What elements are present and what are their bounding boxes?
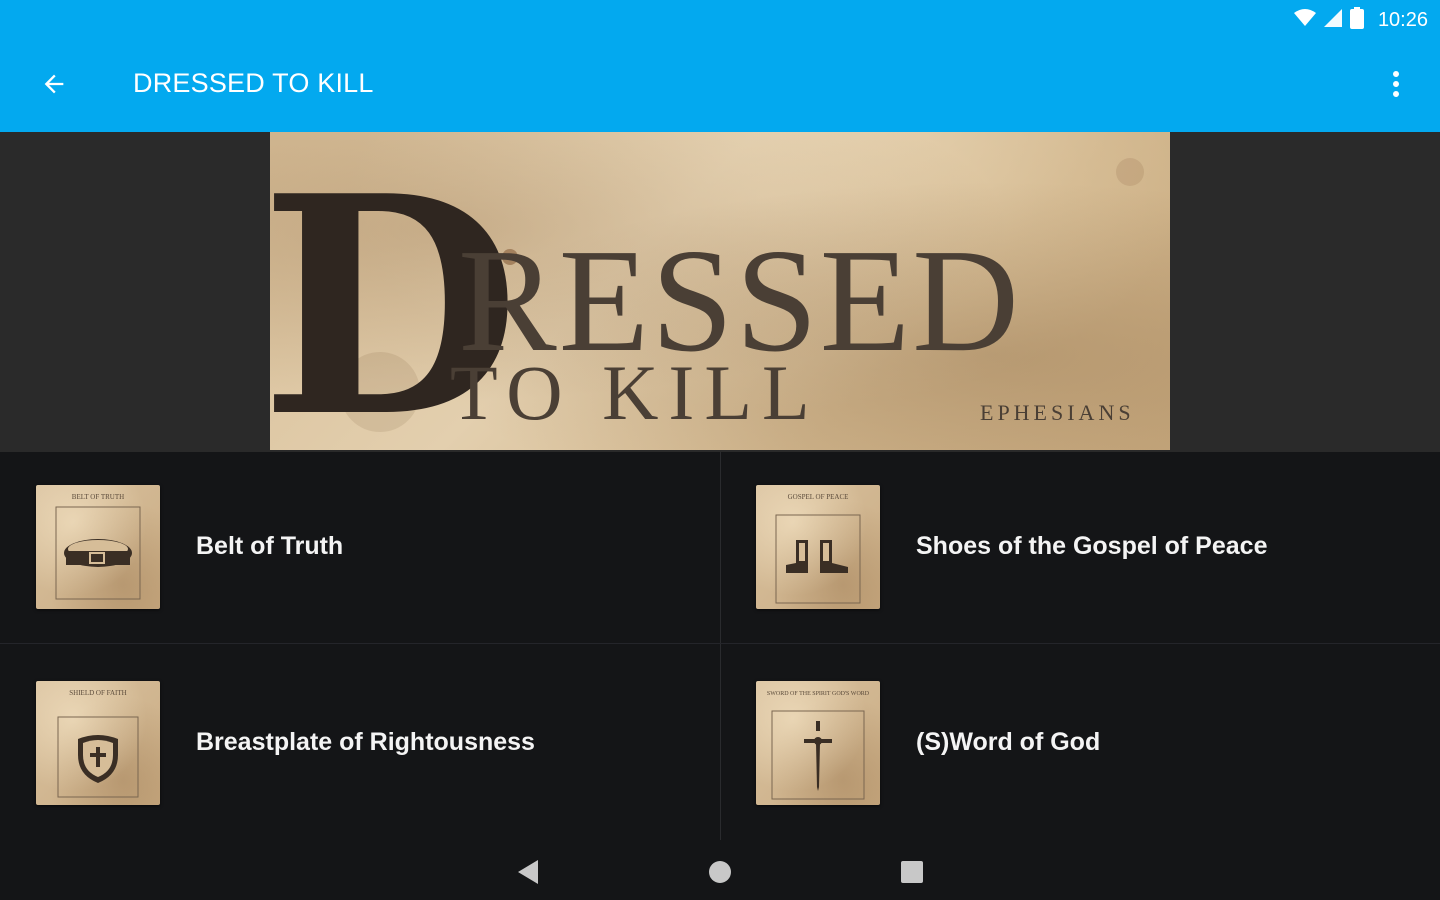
back-button[interactable]	[28, 62, 80, 110]
thumb-caption: SHIELD OF FAITH	[69, 689, 126, 697]
nav-home-button[interactable]	[696, 850, 744, 898]
circle-home-icon	[708, 860, 732, 889]
armor-grid: BELT OF TRUTH Belt of Truth GOSPEL OF PE…	[0, 452, 1440, 840]
list-item[interactable]: SHIELD OF FAITH Breastplate of Rightousn…	[0, 648, 720, 840]
overflow-menu-button[interactable]	[1380, 64, 1412, 108]
item-title: Breastplate of Rightousness	[196, 728, 535, 756]
item-thumbnail: SHIELD OF FAITH	[36, 681, 160, 805]
thumb-caption: SWORD OF THE SPIRIT GOD'S WORD	[767, 691, 870, 697]
series-banner: D RESSED TO KILL EPHESIANS	[270, 132, 1170, 450]
banner-subtitle: TO KILL	[450, 349, 820, 436]
item-thumbnail: SWORD OF THE SPIRIT GOD'S WORD	[756, 681, 880, 805]
page-title: DRESSED TO KILL	[133, 68, 374, 98]
sword-icon	[804, 721, 832, 791]
shoes-icon	[786, 540, 848, 573]
shield-icon	[78, 735, 118, 783]
belt-icon	[64, 539, 132, 567]
list-item[interactable]: SWORD OF THE SPIRIT GOD'S WORD (S)Word o…	[720, 648, 1440, 840]
app-bar: DRESSED TO KILL	[0, 40, 1440, 132]
banner-tag: EPHESIANS	[980, 400, 1135, 425]
more-vert-icon	[1392, 70, 1400, 102]
item-thumbnail: BELT OF TRUTH	[36, 485, 160, 609]
status-bar: 10:26	[0, 0, 1440, 40]
list-item[interactable]: BELT OF TRUTH Belt of Truth	[0, 452, 720, 644]
square-recents-icon	[900, 860, 924, 889]
battery-icon	[1349, 6, 1364, 34]
wifi-icon	[1293, 8, 1316, 32]
arrow-back-icon	[40, 70, 68, 103]
nav-back-button[interactable]	[504, 850, 552, 898]
status-icons: 10:26	[1293, 6, 1428, 34]
thumb-caption: BELT OF TRUTH	[72, 493, 124, 501]
banner-area: D RESSED TO KILL EPHESIANS	[0, 132, 1440, 452]
list-item[interactable]: GOSPEL OF PEACE Shoes of the Gospel of P…	[720, 452, 1440, 644]
item-title: Shoes of the Gospel of Peace	[916, 532, 1268, 560]
nav-recents-button[interactable]	[888, 850, 936, 898]
item-thumbnail: GOSPEL OF PEACE	[756, 485, 880, 609]
system-nav-bar	[0, 840, 1440, 900]
thumb-caption: GOSPEL OF PEACE	[788, 493, 849, 501]
status-time: 10:26	[1377, 8, 1428, 31]
signal-icon	[1323, 8, 1342, 32]
triangle-back-icon	[516, 859, 540, 890]
item-title: (S)Word of God	[916, 728, 1101, 756]
item-title: Belt of Truth	[196, 532, 344, 560]
